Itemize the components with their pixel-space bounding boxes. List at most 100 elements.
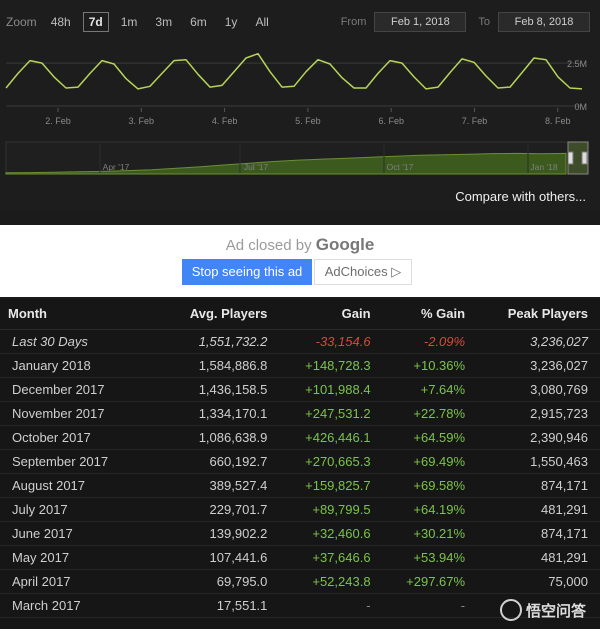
month-cell: June 2017 <box>0 521 161 546</box>
date-range: From Feb 1, 2018 To Feb 8, 2018 <box>329 12 590 32</box>
x-tick-label: 8. Feb <box>545 116 571 126</box>
table-row: Last 30 Days 1,551,732.2 -33,154.6 -2.09% 3,… <box>0 329 600 354</box>
month-cell: April 2017 <box>0 569 161 594</box>
y-tick-label: 0M <box>574 102 587 112</box>
gain-cell: +148,728.3 <box>279 353 383 378</box>
avg-players-cell: 17,551.1 <box>160 593 280 618</box>
navigator-handle[interactable] <box>581 151 588 165</box>
zoom-1m-button[interactable]: 1m <box>115 12 144 32</box>
table-row: January 2018 1,584,886.8 +148,728.3 +10.36%… <box>0 353 600 378</box>
gain-cell: +32,460.6 <box>279 521 383 546</box>
gain-cell: +159,825.7 <box>279 473 383 498</box>
pct-gain-cell: +64.59% <box>382 425 478 450</box>
watermark-text: 悟空问答 <box>525 602 586 620</box>
x-tick-label: 4. Feb <box>212 116 238 126</box>
pct-gain-cell: - <box>382 593 478 618</box>
watermark: 悟空问答 <box>499 599 586 621</box>
zoom-selector: Zoom 48h 7d 1m 3m 6m 1y All <box>6 12 281 32</box>
zoom-6m-button[interactable]: 6m <box>184 12 213 32</box>
peak-players-cell: 3,236,027 <box>477 329 600 354</box>
peak-players-cell: 1,550,463 <box>477 449 600 474</box>
header-gain: Gain <box>279 299 383 330</box>
pct-gain-cell: +69.58% <box>382 473 478 498</box>
table-row: November 2017 1,334,170.1 +247,531.2 +22.78… <box>0 401 600 426</box>
gain-cell: +270,665.3 <box>279 449 383 474</box>
table-row: June 2017 139,902.2 +32,460.6 +30.21% 874,17… <box>0 521 600 546</box>
zoom-1y-button[interactable]: 1y <box>219 12 244 32</box>
google-logo: Google <box>315 235 375 254</box>
table-row: September 2017 660,192.7 +270,665.3 +69.49%… <box>0 449 600 474</box>
month-cell: September 2017 <box>0 449 161 474</box>
table-row: December 2017 1,436,158.5 +101,988.4 +7.64%… <box>0 377 600 402</box>
month-cell: July 2017 <box>0 497 161 522</box>
avg-players-cell: 389,527.4 <box>160 473 280 498</box>
navigator-handle[interactable] <box>567 151 574 165</box>
avg-players-cell: 1,436,158.5 <box>160 377 280 402</box>
pct-gain-cell: +64.19% <box>382 497 478 522</box>
zoom-all-button[interactable]: All <box>249 12 274 32</box>
y-tick-label: 2.5M <box>567 59 587 69</box>
peak-players-cell: 874,171 <box>477 521 600 546</box>
gain-cell: -33,154.6 <box>279 329 383 354</box>
avg-players-cell: 229,701.7 <box>160 497 280 522</box>
zoom-7d-button[interactable]: 7d <box>82 12 109 32</box>
pct-gain-cell: +297.67% <box>382 569 478 594</box>
adchoices-button[interactable]: AdChoices ▷ <box>314 259 412 285</box>
pct-gain-cell: +22.78% <box>382 401 478 426</box>
compare-link[interactable]: Compare with others... <box>455 189 586 204</box>
zoom-48h-button[interactable]: 48h <box>45 12 77 32</box>
peak-players-cell: 3,236,027 <box>477 353 600 378</box>
gain-cell: +426,446.1 <box>279 425 383 450</box>
navigator-label: Jan '18 <box>530 162 557 172</box>
stop-seeing-ad-button[interactable]: Stop seeing this ad <box>182 259 312 285</box>
avg-players-cell: 660,192.7 <box>160 449 280 474</box>
peak-players-cell: 481,291 <box>477 545 600 570</box>
navigator-label: Oct '17 <box>387 162 414 172</box>
table-header-row: Month Avg. Players Gain % Gain Peak Play… <box>0 299 600 330</box>
pct-gain-cell: -2.09% <box>382 329 478 354</box>
table-row: April 2017 69,795.0 +52,243.8 +297.67% 75,00… <box>0 569 600 594</box>
gain-cell: +37,646.6 <box>279 545 383 570</box>
avg-players-cell: 1,551,732.2 <box>160 329 280 354</box>
from-label: From <box>340 16 367 28</box>
month-cell: Last 30 Days <box>0 329 161 354</box>
pct-gain-cell: +69.49% <box>382 449 478 474</box>
avg-players-cell: 69,795.0 <box>160 569 280 594</box>
x-tick-label: 6. Feb <box>378 116 404 126</box>
range-navigator[interactable]: Apr '17 Jul '17 Oct '17 Jan '18 <box>0 140 600 176</box>
gain-cell: +247,531.2 <box>279 401 383 426</box>
header-peak-players: Peak Players <box>477 299 600 330</box>
peak-players-cell: 874,171 <box>477 473 600 498</box>
avg-players-cell: 1,334,170.1 <box>160 401 280 426</box>
ad-closed-label: Ad closed by <box>225 237 312 254</box>
zoom-label: Zoom <box>6 15 37 29</box>
peak-players-cell: 3,080,769 <box>477 377 600 402</box>
player-count-plot: 2.5M 0M 2. Feb 3. Feb 4. Feb 5. Feb 6. Feb 7. F… <box>5 52 587 126</box>
avg-players-cell: 1,086,638.9 <box>160 425 280 450</box>
ad-closed-bar: Ad closed by Google Stop seeing this ad … <box>0 225 600 297</box>
pct-gain-cell: +7.64% <box>382 377 478 402</box>
month-cell: January 2018 <box>0 353 161 378</box>
peak-players-cell: 2,390,946 <box>477 425 600 450</box>
peak-players-cell: 481,291 <box>477 497 600 522</box>
gain-cell: +89,799.5 <box>279 497 383 522</box>
table-row: October 2017 1,086,638.9 +426,446.1 +64.59%… <box>0 425 600 450</box>
from-date-input[interactable]: Feb 1, 2018 <box>374 12 467 32</box>
watermark-logo-icon <box>499 599 522 621</box>
x-tick-label: 2. Feb <box>45 116 71 126</box>
month-cell: December 2017 <box>0 377 161 402</box>
ad-closed-text: Ad closed by Google <box>0 235 600 255</box>
table-row: July 2017 229,701.7 +89,799.5 +64.19% 481,29… <box>0 497 600 522</box>
pct-gain-cell: +10.36% <box>382 353 478 378</box>
pct-gain-cell: +30.21% <box>382 521 478 546</box>
chart-panel: Zoom 48h 7d 1m 3m 6m 1y All From Feb 1, … <box>0 0 600 210</box>
month-cell: August 2017 <box>0 473 161 498</box>
gain-cell: - <box>279 593 383 618</box>
month-cell: March 2017 <box>0 593 161 618</box>
navigator-label: Jul '17 <box>244 162 269 172</box>
table-body: Last 30 Days 1,551,732.2 -33,154.6 -2.09% 3,… <box>0 329 600 618</box>
navigator-label: Apr '17 <box>103 162 130 172</box>
zoom-3m-button[interactable]: 3m <box>149 12 178 32</box>
to-date-input[interactable]: Feb 8, 2018 <box>498 12 590 32</box>
table-row: August 2017 389,527.4 +159,825.7 +69.58% 874… <box>0 473 600 498</box>
